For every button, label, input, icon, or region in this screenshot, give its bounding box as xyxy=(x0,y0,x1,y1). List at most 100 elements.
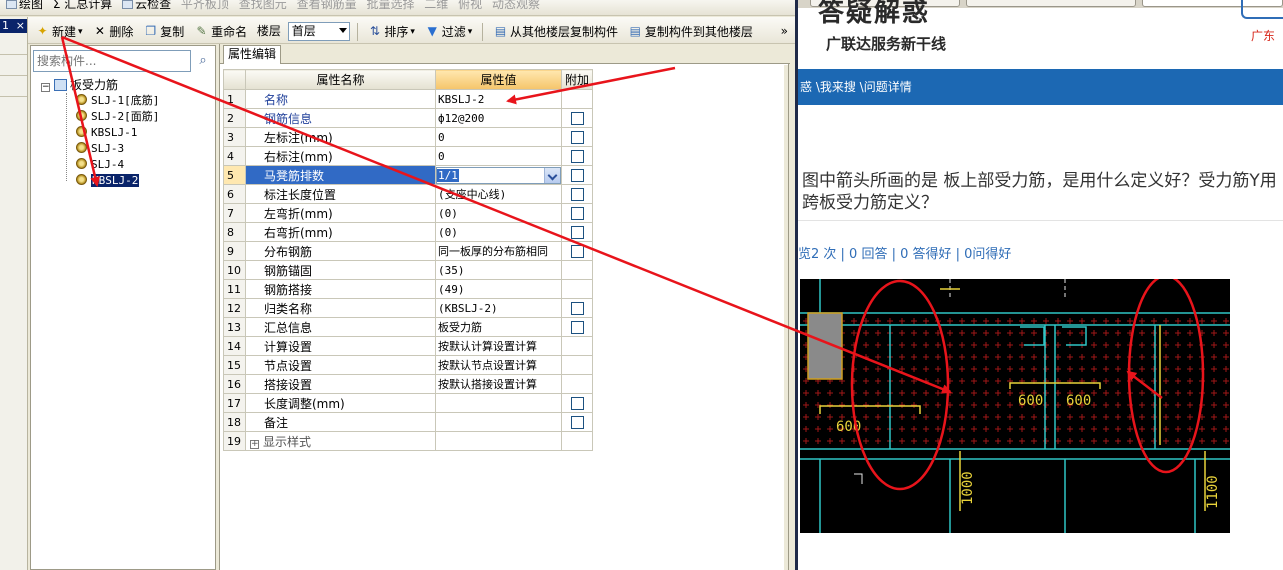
sort-icon: ⇅ xyxy=(369,24,380,38)
extra-checkbox[interactable] xyxy=(570,207,584,220)
scrollbar[interactable] xyxy=(784,65,788,570)
top-view-button[interactable]: 俯视 xyxy=(458,0,482,10)
value-dropdown[interactable]: 1/1 xyxy=(436,166,561,184)
site-logo-subtitle: 广联达服务新干线 xyxy=(826,35,947,53)
question-title: 图中箭头所画的是 板上部受力筋，是用什么定义好？受力筋Y用跨板受力筋定义？ xyxy=(802,171,1277,213)
tree-item[interactable]: SLJ-3 xyxy=(76,141,124,157)
batch-select-button[interactable]: 批量选择 xyxy=(366,0,414,10)
tree-item[interactable]: SLJ-2[面筋] xyxy=(76,109,159,125)
extra-checkbox[interactable] xyxy=(570,169,584,182)
tree-item[interactable]: KBSLJ-1 xyxy=(76,125,137,141)
extra-checkbox[interactable] xyxy=(570,226,584,239)
find-element-button[interactable]: 查找图元 xyxy=(239,0,287,10)
tree-item-selected[interactable]: KBSLJ-2 xyxy=(76,173,140,189)
tab-property-edit[interactable]: 属性编辑 xyxy=(223,45,282,64)
extra-checkbox[interactable] xyxy=(570,188,584,201)
delete-button[interactable]: ✕ 删除 xyxy=(89,18,136,43)
view-rebar-button[interactable]: 查看钢筋量 xyxy=(297,0,357,10)
tree-item[interactable]: SLJ-1[底筋] xyxy=(76,93,159,109)
property-grid: 属性名称 属性值 附加 1 名称 KBSLJ-2 2 钢筋信息 ф12@200 3 左标注… xyxy=(223,69,593,451)
chevron-down-icon: ▾ xyxy=(78,26,83,37)
copy-from-floor-icon: ▤ xyxy=(494,24,507,38)
table-row[interactable]: 19 + 显示样式 xyxy=(223,431,593,451)
close-icon[interactable]: × xyxy=(16,19,25,33)
table-row[interactable]: 18 备注 xyxy=(223,412,593,432)
draw-button[interactable]: 绘图 xyxy=(6,0,43,10)
chevron-down-icon[interactable] xyxy=(544,167,560,183)
dim-label: 1100 xyxy=(1205,475,1221,509)
table-row[interactable]: 3 左标注(mm) 0 xyxy=(223,127,593,147)
dynamic-view-button[interactable]: 动态观察 xyxy=(492,0,540,10)
strip-selected-item[interactable]: 1 × xyxy=(0,19,27,33)
browser-tab[interactable] xyxy=(966,0,1136,7)
table-row[interactable]: 9 分布钢筋 同一板厚的分布筋相同 xyxy=(223,241,593,261)
filter-icon: ▼ xyxy=(427,24,437,38)
copy-button[interactable]: ❐ 复制 xyxy=(140,18,187,43)
extra-checkbox[interactable] xyxy=(570,245,584,258)
copy-to-floor-button[interactable]: ▤ 复制构件到其他楼层 xyxy=(625,18,756,43)
tree-connector xyxy=(66,93,67,181)
dim-label: 600 xyxy=(1018,393,1043,409)
table-row[interactable]: 15 节点设置 按默认节点设置计算 xyxy=(223,355,593,375)
new-button[interactable]: ✦ 新建 ▾ xyxy=(32,18,86,43)
search-input[interactable] xyxy=(34,51,190,71)
filter-button[interactable]: ▼ 过滤 ▾ xyxy=(422,18,476,43)
extra-checkbox[interactable] xyxy=(570,397,584,410)
extra-checkbox[interactable] xyxy=(570,150,584,163)
cad-drawing-image: 600 600 600 1000 1100 xyxy=(800,279,1230,533)
expand-icon[interactable]: + xyxy=(250,439,259,449)
table-row[interactable]: 14 计算设置 按默认计算设置计算 xyxy=(223,336,593,356)
2d-select[interactable]: 二维 xyxy=(424,0,448,10)
draw-icon xyxy=(6,0,17,9)
flush-slab-top-button[interactable]: 平齐板顶 xyxy=(181,0,229,10)
rebar-component-icon xyxy=(76,158,87,169)
rename-button[interactable]: ✎ 重命名 xyxy=(191,18,250,43)
toolbar-divider xyxy=(356,22,358,41)
table-row[interactable]: 4 右标注(mm) 0 xyxy=(223,146,593,166)
delete-icon: ✕ xyxy=(94,24,105,38)
cloud-check-icon xyxy=(122,0,134,9)
tree-item[interactable]: SLJ-4 xyxy=(76,157,124,173)
grid-header: 属性名称 属性值 附加 xyxy=(223,69,593,90)
rebar-component-icon xyxy=(76,126,87,137)
strip-box[interactable] xyxy=(0,77,27,97)
extra-checkbox[interactable] xyxy=(570,321,584,334)
cloud-check-button[interactable]: 云检查 xyxy=(122,0,171,10)
table-row[interactable]: 1 名称 KBSLJ-2 xyxy=(223,89,593,109)
region-link[interactable]: 广东 xyxy=(1251,27,1275,44)
table-row[interactable]: 7 左弯折(mm) (0) xyxy=(223,203,593,223)
table-row[interactable]: 13 汇总信息 板受力筋 xyxy=(223,317,593,337)
table-row[interactable]: 2 钢筋信息 ф12@200 xyxy=(223,108,593,128)
breadcrumb[interactable]: 惑 \我来搜 \问题详情 xyxy=(798,69,1283,105)
table-row[interactable]: 12 归类名称 (KBSLJ-2) xyxy=(223,298,593,318)
chevron-down-icon xyxy=(338,28,347,33)
copy-from-floor-button[interactable]: ▤ 从其他楼层复制构件 xyxy=(490,18,621,43)
table-row-selected[interactable]: 5 马凳筋排数 1/1 xyxy=(223,165,593,185)
search-icon[interactable]: ⌕ xyxy=(192,50,214,72)
header-property-value[interactable]: 属性值 xyxy=(435,69,562,90)
sort-button[interactable]: ⇅ 排序 ▾ xyxy=(364,18,418,43)
site-logo-title[interactable]: 答疑解惑 xyxy=(818,0,930,29)
table-row[interactable]: 6 标注长度位置 (支座中心线) xyxy=(223,184,593,204)
table-row[interactable]: 16 搭接设置 按默认搭接设置计算 xyxy=(223,374,593,394)
floor-select[interactable]: 首层 xyxy=(287,22,350,41)
extra-checkbox[interactable] xyxy=(570,112,584,125)
rebar-component-icon xyxy=(76,110,87,121)
extra-checkbox[interactable] xyxy=(570,416,584,429)
table-row[interactable]: 10 钢筋锚固 (35) xyxy=(223,260,593,280)
header-property-name[interactable]: 属性名称 xyxy=(245,69,436,90)
toolbar-overflow-button[interactable]: » xyxy=(778,17,791,43)
strip-box[interactable] xyxy=(0,56,27,76)
table-row[interactable]: 8 右弯折(mm) (0) xyxy=(223,222,593,242)
table-row[interactable]: 17 长度调整(mm) xyxy=(223,393,593,413)
header-extra[interactable]: 附加 xyxy=(561,69,593,90)
strip-box[interactable] xyxy=(0,35,27,55)
extra-checkbox[interactable] xyxy=(570,131,584,144)
toolbar-divider xyxy=(482,22,484,41)
summary-calc-button[interactable]: Σ 汇总计算 xyxy=(53,0,112,10)
tree-root-node[interactable]: − 板受力筋 xyxy=(41,77,118,93)
collapse-icon[interactable]: − xyxy=(41,83,50,92)
table-row[interactable]: 11 钢筋搭接 (49) xyxy=(223,279,593,299)
extra-checkbox[interactable] xyxy=(570,302,584,315)
copy-icon: ❐ xyxy=(145,24,157,38)
